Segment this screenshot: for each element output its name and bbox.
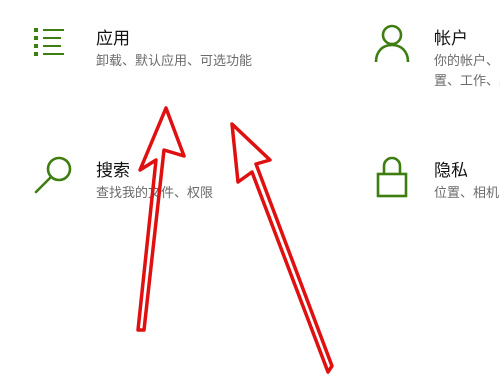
tile-desc-search: 查找我的文件、权限 [96, 186, 214, 201]
settings-tile-apps[interactable]: 应用 卸载、默认应用、可选功能 [20, 18, 320, 78]
apps-list-icon [34, 28, 64, 56]
tile-desc-accounts-line2: 置、工作、其 [434, 74, 500, 89]
tile-title-accounts: 帐户 [434, 29, 468, 49]
red-arrow-left [136, 106, 186, 332]
tile-desc-apps: 卸载、默认应用、可选功能 [96, 54, 253, 69]
tile-title-privacy: 隐私 [434, 161, 468, 181]
settings-tile-search[interactable]: 搜索 查找我的文件、权限 [20, 150, 320, 210]
search-icon [34, 156, 72, 194]
lock-icon [376, 156, 408, 198]
settings-tile-privacy[interactable]: 隐私 位置、相机 [370, 150, 500, 210]
person-icon [374, 24, 410, 63]
tile-desc-accounts-line1: 你的帐户、电 [434, 54, 500, 69]
tile-desc-privacy: 位置、相机 [434, 186, 500, 201]
settings-tile-accounts[interactable]: 帐户 你的帐户、电 置、工作、其 [370, 18, 500, 98]
tile-title-apps: 应用 [96, 29, 130, 49]
tile-title-search: 搜索 [96, 161, 130, 181]
